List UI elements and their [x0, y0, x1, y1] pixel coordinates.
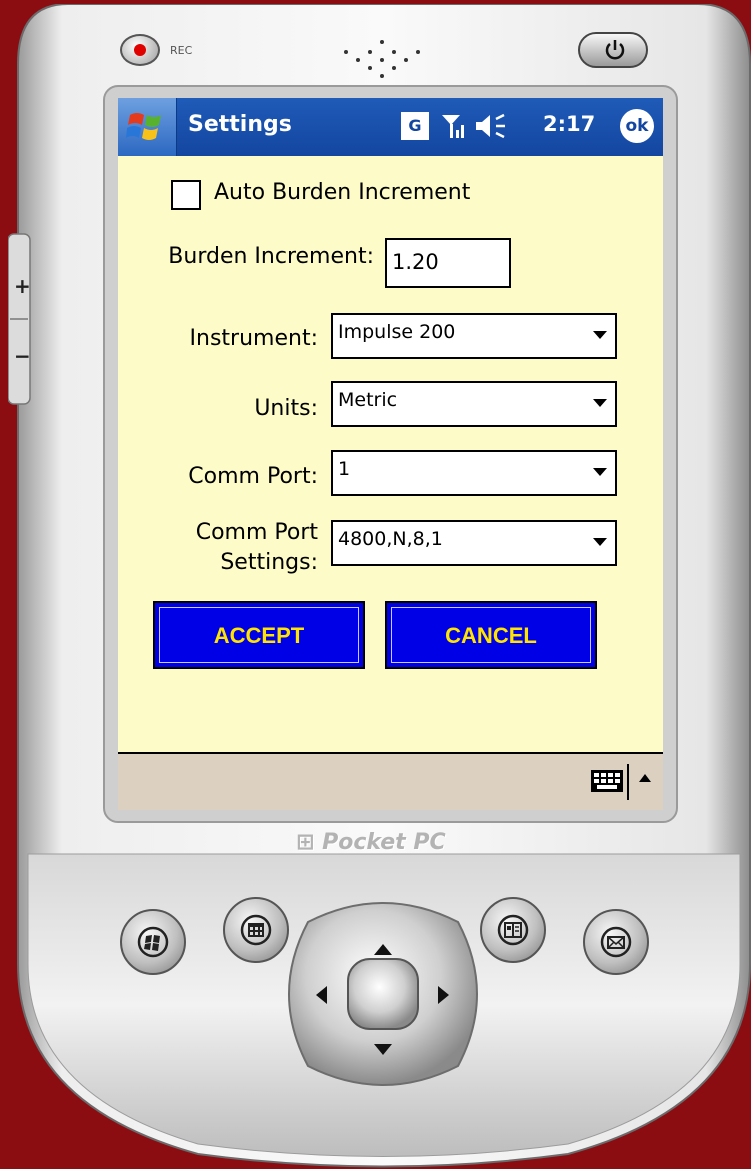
- comm-port-settings-select[interactable]: 4800,N,8,1: [331, 520, 617, 566]
- start-windows-icon: [126, 113, 161, 140]
- screen: Settings G 2:17 ok Auto Burden Increment…: [118, 98, 663, 810]
- comm-port-select[interactable]: 1: [331, 450, 617, 496]
- units-value: Metric: [338, 389, 398, 411]
- comm-port-settings-label-line2: Settings:: [220, 550, 318, 575]
- power-button[interactable]: [578, 32, 648, 68]
- dpad-down-icon[interactable]: [374, 1044, 392, 1055]
- comm-port-settings-value: 4800,N,8,1: [338, 528, 443, 550]
- brand-text: Pocket PC: [322, 830, 446, 855]
- title-bar: Settings G 2:17 ok: [118, 98, 663, 156]
- record-icon: [134, 44, 146, 56]
- instrument-label: Instrument:: [189, 326, 318, 351]
- mail-icon: [600, 926, 632, 958]
- burden-increment-value: 1.20: [392, 250, 439, 274]
- burden-increment-input[interactable]: 1.20: [385, 238, 511, 288]
- sip-arrow-icon[interactable]: [639, 774, 651, 782]
- dpad-center-button[interactable]: [348, 959, 418, 1029]
- menu-bar: [118, 752, 663, 810]
- record-button[interactable]: [120, 34, 160, 66]
- comm-port-label: Comm Port:: [188, 464, 318, 489]
- instrument-select[interactable]: Impulse 200: [331, 313, 617, 359]
- g-indicator[interactable]: G: [401, 112, 429, 140]
- hardware-button-start[interactable]: [120, 909, 186, 975]
- accept-button-label: ACCEPT: [213, 623, 305, 648]
- volume-icon[interactable]: [474, 112, 508, 140]
- brand-logo-icon: ⊞: [296, 830, 323, 855]
- instrument-value: Impulse 200: [338, 321, 456, 343]
- comm-port-value: 1: [338, 458, 351, 480]
- dpad-up-icon[interactable]: [374, 944, 392, 955]
- volume-up-button[interactable]: +: [14, 274, 31, 298]
- cancel-button[interactable]: CANCEL: [385, 601, 597, 669]
- hardware-button-mail[interactable]: [583, 909, 649, 975]
- window-title: Settings: [188, 112, 292, 137]
- sip-divider: [627, 764, 629, 800]
- auto-burden-label: Auto Burden Increment: [214, 180, 471, 205]
- calendar-icon: [240, 914, 272, 946]
- windows-flag-icon: [137, 926, 169, 958]
- rec-label: REC: [170, 44, 193, 57]
- start-button[interactable]: [118, 98, 177, 156]
- instrument-dropdown-icon: [593, 331, 607, 339]
- units-label: Units:: [254, 396, 318, 421]
- hardware-button-calendar[interactable]: [223, 897, 289, 963]
- units-select[interactable]: Metric: [331, 381, 617, 427]
- brand-label: ⊞ Pocket PC: [296, 830, 446, 855]
- volume-down-button[interactable]: −: [14, 344, 31, 368]
- power-icon: [605, 40, 625, 60]
- signal-icon[interactable]: [440, 112, 468, 140]
- comm-port-dropdown-icon: [593, 468, 607, 476]
- comm-port-settings-label: Comm Port Settings:: [128, 518, 318, 578]
- clock[interactable]: 2:17: [543, 112, 595, 136]
- cancel-button-label: CANCEL: [445, 623, 537, 648]
- auto-burden-checkbox[interactable]: [171, 180, 201, 210]
- comm-port-settings-label-line1: Comm Port: [195, 520, 318, 545]
- accept-button[interactable]: ACCEPT: [153, 601, 365, 669]
- contacts-icon: [497, 914, 529, 946]
- hardware-button-contacts[interactable]: [480, 897, 546, 963]
- dpad-right-icon[interactable]: [438, 986, 449, 1004]
- pocket-pc-device: REC + − Settings G 2:17 ok Auto Burden I…: [8, 4, 751, 1169]
- units-dropdown-icon: [593, 399, 607, 407]
- comm-port-settings-dropdown-icon: [593, 538, 607, 546]
- dpad-left-icon[interactable]: [316, 986, 327, 1004]
- ok-button[interactable]: ok: [620, 109, 654, 143]
- burden-increment-label: Burden Increment:: [168, 244, 374, 269]
- keyboard-icon[interactable]: [591, 770, 623, 792]
